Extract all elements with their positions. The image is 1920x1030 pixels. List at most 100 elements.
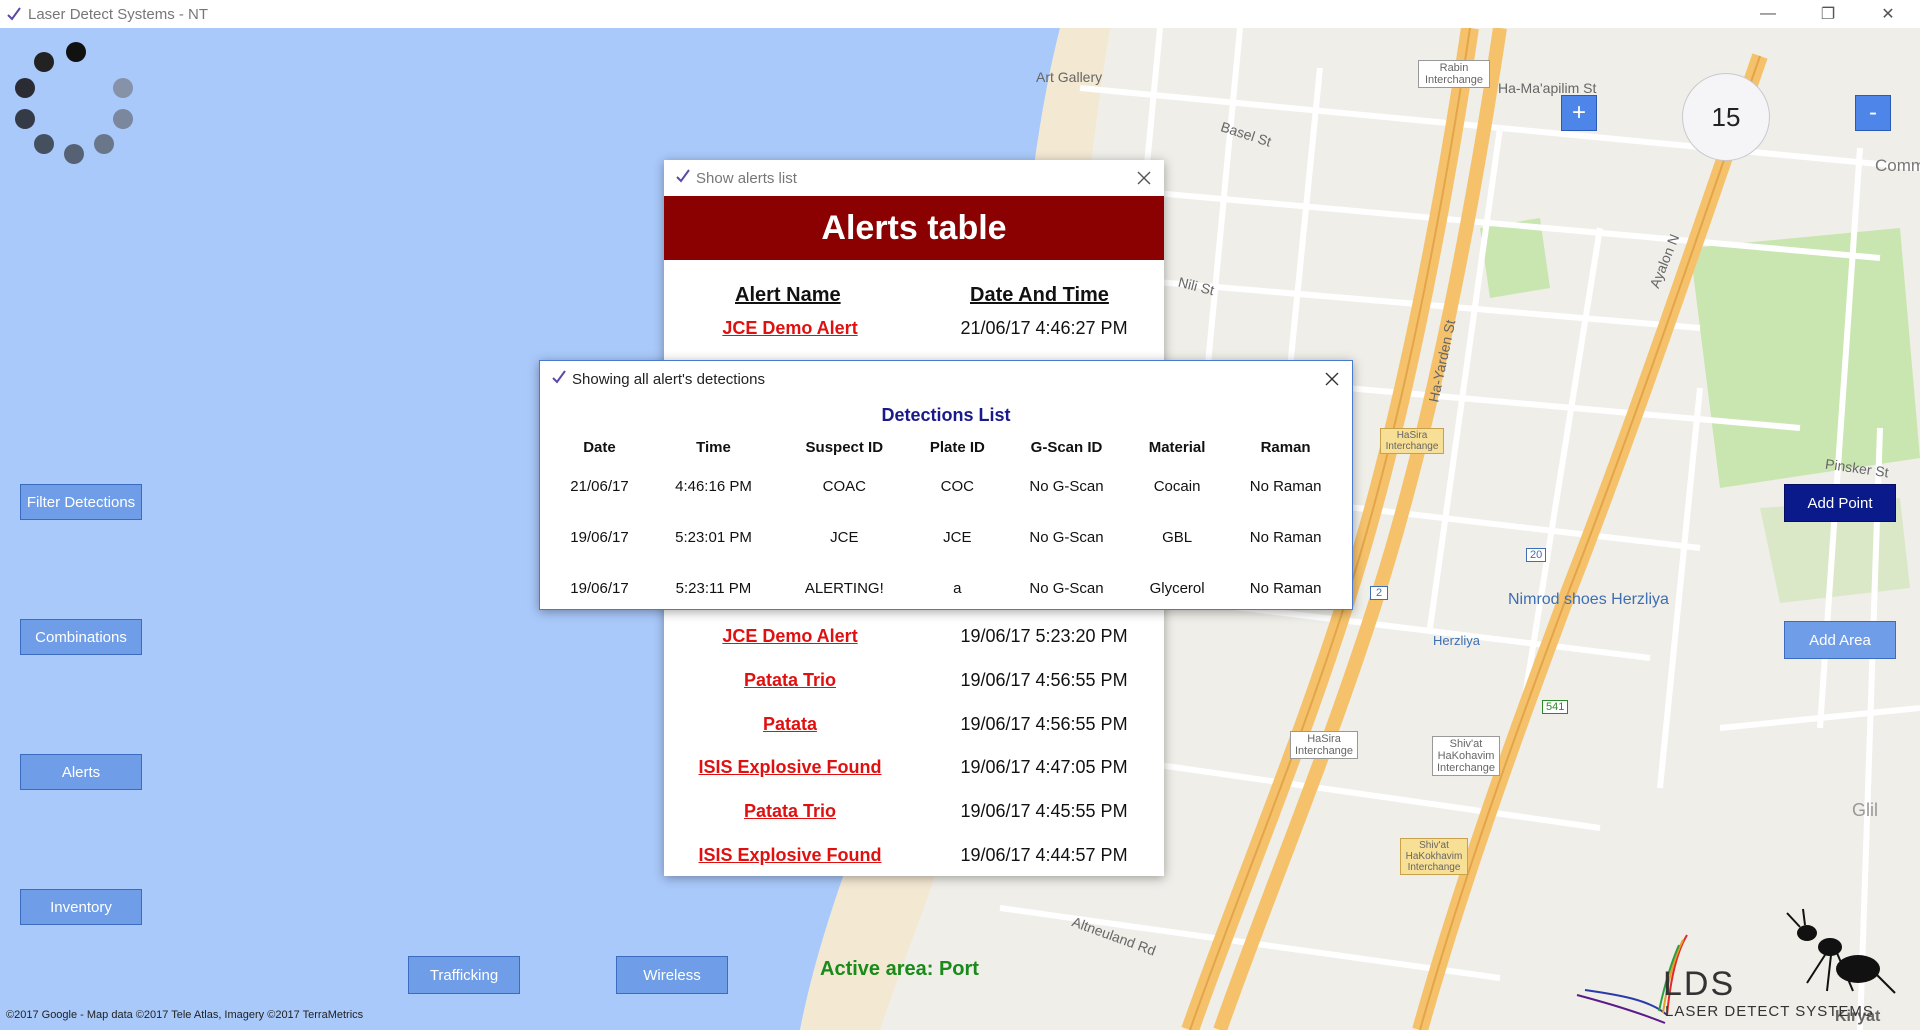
- cell-plate-id: COC: [940, 478, 975, 495]
- lds-logo: LDS LASER DETECT SYSTEMS: [1575, 905, 1920, 1030]
- close-alerts-dialog-button[interactable]: [1124, 160, 1164, 196]
- add-point-button[interactable]: Add Point: [1784, 484, 1896, 522]
- alerts-dialog-title: Show alerts list: [696, 169, 797, 187]
- cell-material: GBL: [1162, 529, 1193, 546]
- add-area-button[interactable]: Add Area: [1784, 621, 1896, 659]
- cell-material: Glycerol: [1149, 580, 1205, 597]
- app-logo-icon: [6, 6, 22, 22]
- cell-time: 4:46:16 PM: [675, 478, 752, 495]
- column-header-material: Material: [1148, 438, 1206, 456]
- alert-row[interactable]: Patata Trio 19/06/17 4:45:55 PM: [664, 801, 1164, 831]
- cell-suspect-id: ALERTING!: [804, 580, 884, 597]
- minimize-button[interactable]: —: [1740, 0, 1796, 28]
- alert-row[interactable]: JCE Demo Alert 21/06/17 4:46:27 PM: [664, 318, 1164, 348]
- cell-time: 5:23:11 PM: [675, 580, 752, 597]
- map-label: Art Gallery: [1036, 69, 1103, 85]
- detections-dialog-title: Showing all alert's detections: [572, 370, 765, 388]
- alert-name-link[interactable]: Patata: [664, 714, 916, 735]
- table-row[interactable]: 19/06/17 5:23:01 PM JCE JCE No G-Scan GB…: [550, 512, 1346, 563]
- combinations-button[interactable]: Combinations: [20, 619, 142, 655]
- wireless-button[interactable]: Wireless: [616, 956, 728, 994]
- map-label: 2: [1370, 586, 1389, 600]
- close-window-button[interactable]: ✕: [1860, 0, 1916, 28]
- alerts-table-header: Alerts table: [664, 196, 1164, 260]
- map-label: Ha-Ma'apilim St: [1498, 80, 1597, 96]
- cell-raman: No Raman: [1249, 580, 1322, 597]
- alert-row[interactable]: Patata 19/06/17 4:56:55 PM: [664, 714, 1164, 744]
- close-icon: [1137, 171, 1151, 185]
- cell-plate-id: JCE: [943, 529, 972, 546]
- map-label: Comm: [1875, 156, 1920, 175]
- window-title: Laser Detect Systems - NT: [28, 5, 209, 23]
- map-label: Nimrod shoes Herzliya: [1508, 591, 1669, 608]
- window-titlebar: Laser Detect Systems - NT — ❐ ✕: [0, 0, 1920, 28]
- cell-gscan-id: No G-Scan: [1029, 478, 1104, 495]
- cell-suspect-id: COAC: [822, 478, 866, 495]
- alerts-dialog-titlebar: Show alerts list: [664, 160, 1164, 196]
- cell-gscan-id: No G-Scan: [1029, 529, 1104, 546]
- map-label: HaSira Interchange: [1380, 428, 1444, 454]
- cell-time: 5:23:01 PM: [675, 529, 752, 546]
- alert-name-link[interactable]: Patata Trio: [664, 801, 916, 822]
- map-copyright: ©2017 Google - Map data ©2017 Tele Atlas…: [6, 1009, 364, 1021]
- column-header-date-time: Date And Time: [970, 284, 1109, 306]
- map-label: Shiv'at HaKokhavim Interchange: [1400, 838, 1468, 875]
- filter-detections-button[interactable]: Filter Detections: [20, 484, 142, 520]
- alert-name-link[interactable]: Patata Trio: [664, 670, 916, 691]
- alerts-table-columns: Alert Name Date And Time: [664, 260, 1164, 320]
- alert-time: 19/06/17 4:44:57 PM: [960, 845, 1128, 865]
- zoom-level-indicator: 15: [1682, 73, 1770, 161]
- loading-spinner: [0, 28, 140, 164]
- column-header-gscan-id: G-Scan ID: [1030, 438, 1103, 456]
- close-icon: [1325, 372, 1339, 386]
- map-label: Shiv'at HaKohavim Interchange: [1432, 736, 1500, 776]
- zoom-in-button[interactable]: +: [1561, 95, 1597, 131]
- cell-date: 19/06/17: [570, 529, 629, 546]
- detections-dialog: Showing all alert's detections Detection…: [539, 360, 1353, 610]
- column-header-date: Date: [583, 438, 616, 456]
- cell-raman: No Raman: [1249, 529, 1322, 546]
- alert-time: 21/06/17 4:46:27 PM: [960, 318, 1128, 338]
- cell-plate-id: a: [953, 580, 962, 597]
- alert-name-link[interactable]: JCE Demo Alert: [664, 318, 916, 339]
- zoom-out-button[interactable]: -: [1855, 95, 1891, 131]
- alert-row[interactable]: ISIS Explosive Found 19/06/17 4:44:57 PM: [664, 845, 1164, 875]
- column-header-plate-id: Plate ID: [929, 438, 985, 456]
- column-header-suspect-id: Suspect ID: [805, 438, 884, 456]
- alert-name-link[interactable]: ISIS Explosive Found: [664, 845, 916, 866]
- alert-name-link[interactable]: ISIS Explosive Found: [664, 757, 916, 778]
- cell-date: 21/06/17: [570, 478, 629, 495]
- lds-logo-subtitle: LASER DETECT SYSTEMS: [1665, 1003, 1874, 1020]
- alert-time: 19/06/17 4:56:55 PM: [960, 714, 1128, 734]
- cell-gscan-id: No G-Scan: [1029, 580, 1104, 597]
- inventory-button[interactable]: Inventory: [20, 889, 142, 925]
- alert-row[interactable]: ISIS Explosive Found 19/06/17 4:47:05 PM: [664, 757, 1164, 787]
- table-row[interactable]: 21/06/17 4:46:16 PM COAC COC No G-Scan C…: [550, 461, 1346, 512]
- map-label: 541: [1542, 700, 1569, 714]
- cell-suspect-id: JCE: [830, 529, 859, 546]
- map-label: 20: [1526, 548, 1547, 562]
- alert-name-link[interactable]: JCE Demo Alert: [664, 626, 916, 647]
- active-area-label: Active area: Port: [820, 958, 979, 980]
- app-logo-icon: [552, 370, 566, 388]
- maximize-button[interactable]: ❐: [1800, 0, 1856, 28]
- column-header-alert-name: Alert Name: [735, 284, 841, 306]
- alert-time: 19/06/17 4:47:05 PM: [960, 757, 1128, 777]
- alerts-button[interactable]: Alerts: [20, 754, 142, 790]
- close-detections-dialog-button[interactable]: [1312, 361, 1352, 397]
- detections-list-heading: Detections List: [881, 405, 1011, 425]
- map-label: Glil: [1852, 800, 1878, 820]
- detections-dialog-titlebar: Showing all alert's detections: [540, 361, 1352, 397]
- cell-raman: No Raman: [1249, 478, 1322, 495]
- lds-logo-title: LDS: [1663, 965, 1736, 1003]
- alert-row[interactable]: Patata Trio 19/06/17 4:56:55 PM: [664, 670, 1164, 700]
- table-row[interactable]: 19/06/17 5:23:11 PM ALERTING! a No G-Sca…: [550, 563, 1346, 614]
- trafficking-button[interactable]: Trafficking: [408, 956, 520, 994]
- alert-row[interactable]: JCE Demo Alert 19/06/17 5:23:20 PM: [664, 626, 1164, 656]
- alert-time: 19/06/17 5:23:20 PM: [960, 626, 1128, 646]
- cell-material: Cocain: [1153, 478, 1201, 495]
- detections-table: Date Time Suspect ID Plate ID G-Scan ID …: [550, 433, 1346, 614]
- map-label: Rabin Interchange: [1418, 60, 1490, 88]
- map-label: Herzliya: [1433, 633, 1480, 648]
- cell-date: 19/06/17: [570, 580, 629, 597]
